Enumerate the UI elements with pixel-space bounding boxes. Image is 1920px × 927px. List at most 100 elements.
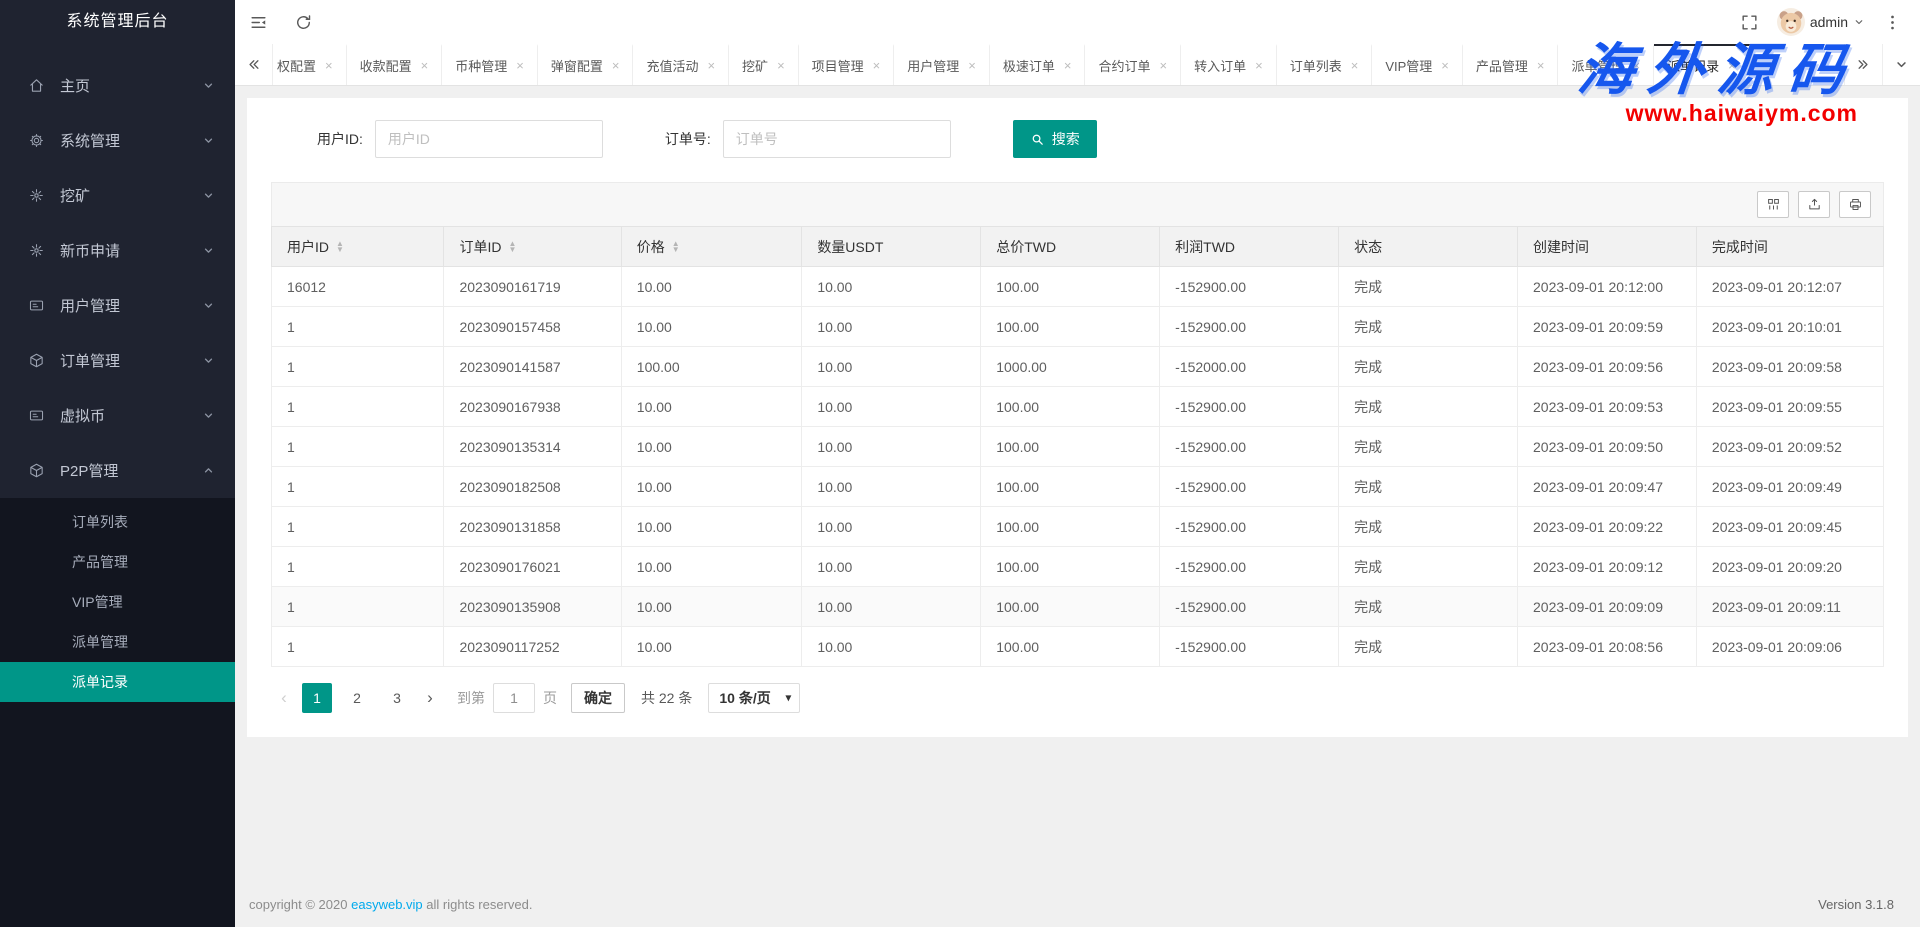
table-cell: 1	[272, 547, 444, 587]
tab-close-icon[interactable]	[1064, 59, 1072, 72]
sidebar-item[interactable]: P2P管理	[0, 443, 235, 498]
columns-toggle-button[interactable]	[1757, 191, 1789, 218]
table-cell: 2023090141587	[444, 347, 621, 387]
table-cell: 完成	[1339, 267, 1518, 307]
table-cell: 10.00	[802, 387, 981, 427]
tab-close-icon[interactable]	[707, 59, 715, 72]
order-no-input[interactable]	[723, 120, 951, 158]
tab-close-icon[interactable]	[1351, 59, 1359, 72]
per-page-select[interactable]: 10 条/页	[709, 684, 799, 712]
username: admin	[1810, 14, 1848, 30]
tabbar: 权配置 收款配置 币种管理 弹窗配置 充值活动	[235, 44, 1920, 86]
sidebar-item[interactable]: 订单管理	[0, 333, 235, 388]
sidebar-item[interactable]: 用户管理	[0, 278, 235, 333]
sidebar-item[interactable]: 新币申请	[0, 223, 235, 278]
print-button[interactable]	[1839, 191, 1871, 218]
tab[interactable]: 派单记录	[1654, 44, 1750, 85]
collapse-menu-icon[interactable]	[249, 13, 268, 32]
sidebar-submenu: 订单列表产品管理VIP管理派单管理派单记录	[0, 498, 235, 704]
tabs-scroll-right-button[interactable]	[1844, 44, 1882, 85]
table-cell: 2023-09-01 20:10:01	[1696, 307, 1883, 347]
prev-page-button[interactable]: ‹	[271, 683, 297, 713]
tab-close-icon[interactable]	[1728, 59, 1736, 72]
tab-close-icon[interactable]	[516, 59, 524, 72]
tab[interactable]: 用户管理	[894, 44, 990, 85]
tab-close-icon[interactable]	[1255, 59, 1263, 72]
sort-icon[interactable]	[672, 241, 680, 253]
table-cell: 2023-09-01 20:12:00	[1518, 267, 1697, 307]
tab[interactable]: 派单管理	[1558, 44, 1654, 85]
table-cell: 2023090161719	[444, 267, 621, 307]
tab-label: 订单列表	[1290, 56, 1342, 75]
tab-close-icon[interactable]	[1633, 59, 1641, 72]
table-cell: -152900.00	[1160, 587, 1339, 627]
tab-close-icon[interactable]	[968, 59, 976, 72]
column-label: 完成时间	[1712, 237, 1768, 257]
sidebar-item[interactable]: 系统管理	[0, 113, 235, 168]
tab[interactable]: 权配置	[273, 44, 347, 85]
column-header[interactable]: 订单ID	[444, 227, 621, 267]
tab-close-icon[interactable]	[1160, 59, 1168, 72]
tab-label: 极速订单	[1003, 56, 1055, 75]
search-button[interactable]: 搜索	[1013, 120, 1097, 158]
tab[interactable]: 极速订单	[990, 44, 1086, 85]
tab[interactable]: 产品管理	[1463, 44, 1559, 85]
confirm-button[interactable]: 确定	[571, 683, 625, 713]
page-number-button[interactable]: 2	[342, 683, 372, 713]
sort-icon[interactable]	[336, 241, 344, 253]
tab-close-icon[interactable]	[873, 59, 881, 72]
tab-close-icon[interactable]	[325, 59, 333, 72]
copyright-link[interactable]: easyweb.vip	[351, 897, 423, 912]
tab-close-icon[interactable]	[1537, 59, 1545, 72]
more-dots-icon[interactable]	[1883, 13, 1902, 32]
table-cell: 2023090157458	[444, 307, 621, 347]
table-cell: 2023-09-01 20:12:07	[1696, 267, 1883, 307]
tab-close-icon[interactable]	[421, 59, 429, 72]
sidebar-submenu-item[interactable]: 派单管理	[0, 622, 235, 662]
tab[interactable]: 币种管理	[442, 44, 538, 85]
sidebar-submenu-item[interactable]: 派单记录	[0, 662, 235, 702]
table-cell: 2023-09-01 20:09:50	[1518, 427, 1697, 467]
sidebar-submenu-item[interactable]: 产品管理	[0, 542, 235, 582]
tab[interactable]: 项目管理	[799, 44, 895, 85]
next-page-button[interactable]: ›	[417, 683, 443, 713]
column-label: 状态	[1354, 237, 1382, 257]
tab[interactable]: 转入订单	[1181, 44, 1277, 85]
sort-icon[interactable]	[508, 241, 516, 253]
table-cell: -152900.00	[1160, 427, 1339, 467]
tab[interactable]: 充值活动	[633, 44, 729, 85]
sidebar-item-label: 用户管理	[60, 295, 202, 316]
sidebar-item[interactable]: 主页	[0, 58, 235, 113]
user-id-input[interactable]	[375, 120, 603, 158]
tab[interactable]: 订单列表	[1277, 44, 1373, 85]
tab[interactable]: 弹窗配置	[538, 44, 634, 85]
goto-page-input[interactable]	[493, 683, 535, 713]
sidebar-submenu-item[interactable]: VIP管理	[0, 582, 235, 622]
column-header[interactable]: 价格	[621, 227, 802, 267]
sidebar-item-icon	[28, 77, 45, 94]
table-cell: -152900.00	[1160, 307, 1339, 347]
page-number-button[interactable]: 3	[382, 683, 412, 713]
tab[interactable]: 合约订单	[1085, 44, 1181, 85]
tab[interactable]: 收款配置	[347, 44, 443, 85]
fullscreen-icon[interactable]	[1740, 13, 1759, 32]
table-cell: 10.00	[802, 547, 981, 587]
tab-close-icon[interactable]	[612, 59, 620, 72]
tab-close-icon[interactable]	[777, 59, 785, 72]
export-button[interactable]	[1798, 191, 1830, 218]
tab-close-icon[interactable]	[1441, 59, 1449, 72]
sidebar-submenu-item[interactable]: 订单列表	[0, 502, 235, 542]
table-cell: 1	[272, 467, 444, 507]
print-icon	[1848, 197, 1863, 212]
table-cell: 2023-09-01 20:09:49	[1696, 467, 1883, 507]
tabs-scroll-left-button[interactable]	[235, 44, 273, 85]
tab[interactable]: VIP管理	[1372, 44, 1463, 85]
tab[interactable]: 挖矿	[729, 44, 799, 85]
column-header[interactable]: 用户ID	[272, 227, 444, 267]
sidebar-item[interactable]: 虚拟币	[0, 388, 235, 443]
refresh-icon[interactable]	[294, 13, 313, 32]
user-menu[interactable]: admin	[1777, 8, 1865, 36]
page-number-button[interactable]: 1	[302, 683, 332, 713]
sidebar-item[interactable]: 挖矿	[0, 168, 235, 223]
tabs-more-button[interactable]	[1882, 44, 1920, 85]
